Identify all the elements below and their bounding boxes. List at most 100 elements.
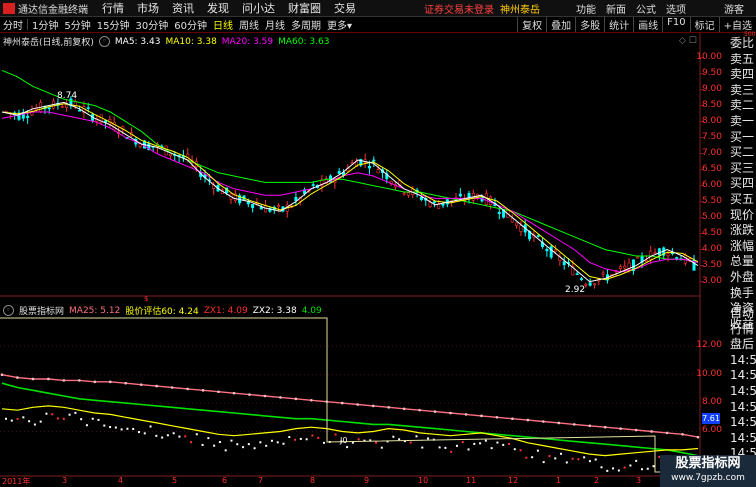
indicator-tick-label: 10.00 xyxy=(696,368,722,379)
quote-field-label: 卖五 xyxy=(730,51,755,66)
candle-body xyxy=(376,169,380,174)
candle-body xyxy=(549,246,553,258)
price-tick-label: 7.50 xyxy=(701,131,722,142)
ma25-dot xyxy=(279,396,282,399)
signal-mark xyxy=(57,417,60,420)
signal-mark xyxy=(172,432,175,435)
candle-body xyxy=(294,196,298,201)
month-label: 10 xyxy=(418,476,429,485)
ma25-dot xyxy=(402,407,406,411)
ma25-dot xyxy=(681,432,684,436)
signal-mark xyxy=(91,417,94,420)
signal-mark xyxy=(455,444,458,447)
signal-mark xyxy=(427,437,430,440)
month-label: 11 xyxy=(466,476,477,485)
signal-mark xyxy=(10,419,13,422)
signal-mark xyxy=(334,433,337,436)
ma25-dot xyxy=(495,415,499,419)
candle-body xyxy=(437,204,441,209)
price-tick-label: 6.00 xyxy=(701,179,722,190)
candle-body xyxy=(277,205,281,207)
signal-mark xyxy=(149,425,152,428)
quote-field-label: 卖二 xyxy=(730,98,755,113)
step-line xyxy=(0,317,700,473)
signal-mark xyxy=(536,449,539,452)
pane-marker: $ xyxy=(144,295,148,303)
ma25-dot xyxy=(263,394,267,398)
signal-mark xyxy=(507,442,510,445)
signal-mark xyxy=(415,435,418,438)
candle-body xyxy=(419,196,423,200)
signal-mark xyxy=(218,441,221,444)
price-tick-label: 5.00 xyxy=(701,211,722,222)
signal-mark xyxy=(294,438,297,441)
signal-mark xyxy=(421,446,424,449)
signal-mark xyxy=(247,443,250,446)
quote-field-label: 涨跌 xyxy=(730,223,755,238)
candle-body xyxy=(588,282,592,286)
ma20-line xyxy=(1,111,699,273)
ma25-dot xyxy=(557,421,561,425)
signal-mark xyxy=(299,437,302,440)
signal-mark xyxy=(85,424,88,427)
candle-body xyxy=(618,266,622,269)
ma25-dot xyxy=(16,376,19,379)
quote-field-label: 外盘 xyxy=(730,269,755,284)
sub-marker: J0 xyxy=(339,436,347,445)
price-tick-label: 6.50 xyxy=(701,163,722,174)
signal-mark xyxy=(120,428,123,431)
signal-mark xyxy=(109,426,112,429)
ma25-dot xyxy=(572,423,576,426)
candle-body xyxy=(579,278,583,281)
candle-body xyxy=(627,262,631,269)
signal-mark xyxy=(450,450,453,453)
ma25-dot xyxy=(155,384,158,388)
signal-mark xyxy=(259,441,262,444)
quote-field-label: 委比 xyxy=(730,36,755,50)
signal-mark xyxy=(282,442,285,445)
candle-body xyxy=(337,170,341,174)
signal-mark xyxy=(137,431,140,434)
tick-label: 14:5 xyxy=(730,352,756,367)
sub-grid xyxy=(0,345,700,432)
month-label: 5 xyxy=(172,476,178,485)
ma25-dot xyxy=(31,377,35,381)
signal-mark xyxy=(479,442,482,445)
signal-mark xyxy=(461,441,464,444)
candle-body xyxy=(311,184,315,186)
candle-body xyxy=(649,250,653,260)
candle-body xyxy=(441,203,445,206)
signal-mark xyxy=(270,439,273,442)
candle-body xyxy=(26,115,30,118)
candle-body xyxy=(623,265,627,269)
signal-mark xyxy=(467,448,470,451)
signal-mark xyxy=(45,412,48,415)
signal-mark xyxy=(640,468,643,471)
signal-mark xyxy=(588,460,591,463)
signal-mark xyxy=(114,426,117,429)
signal-mark xyxy=(230,439,233,442)
tick-label: 14:5 xyxy=(730,368,756,383)
ma25-dot xyxy=(542,420,545,423)
kline-chart[interactable]: 8.74 2.92 $ J0 xyxy=(0,0,756,487)
candle-body xyxy=(601,272,605,275)
candle-body xyxy=(545,248,549,252)
signal-mark xyxy=(652,465,655,468)
signal-mark xyxy=(629,464,632,467)
signal-mark xyxy=(97,418,100,421)
ma25-dot xyxy=(232,391,236,395)
signal-mark xyxy=(68,413,71,416)
price-tick-label: 7.00 xyxy=(701,147,722,158)
ma25-dot xyxy=(139,383,143,386)
ma25-dot xyxy=(387,406,390,409)
candle-body xyxy=(636,256,640,259)
signal-mark xyxy=(375,441,378,444)
ma25-dot xyxy=(449,411,452,415)
candle-body xyxy=(644,260,648,262)
price-tick-label: 9.50 xyxy=(701,67,722,78)
month-label: 4 xyxy=(118,476,124,485)
tick-label: 自动 xyxy=(730,306,755,320)
signal-mark xyxy=(305,438,308,441)
candle-body xyxy=(47,107,51,110)
tick-label: 14:5 xyxy=(730,415,756,430)
